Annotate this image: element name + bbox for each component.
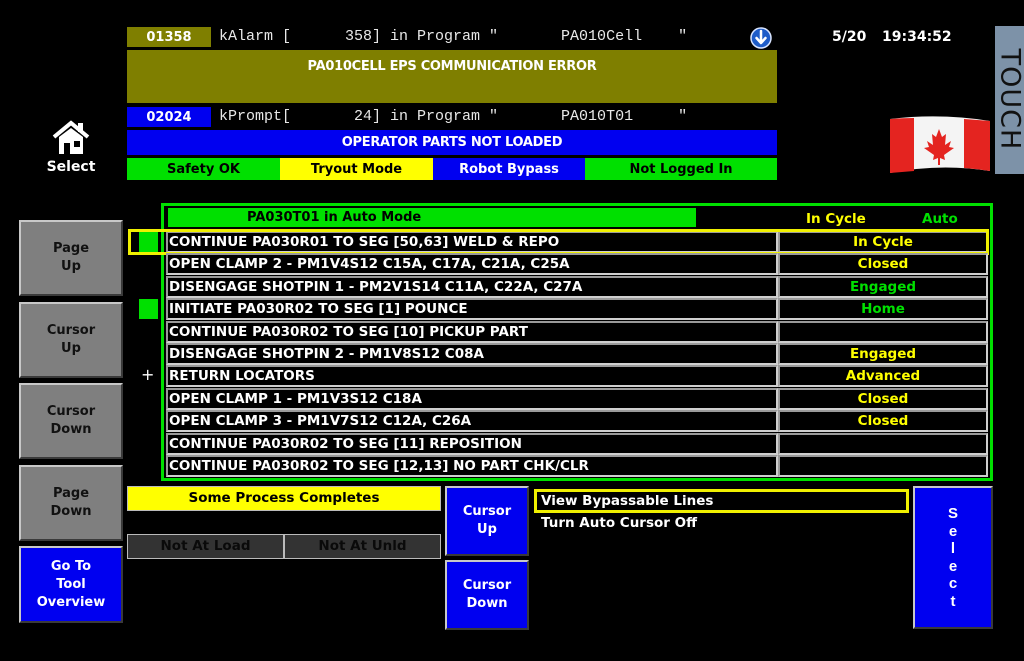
sequence-row[interactable]: OPEN CLAMP 1 - PM1V3S12 C18A Closed — [166, 388, 988, 410]
alarm-message-text: PA010CELL EPS COMMUNICATION ERROR — [307, 59, 597, 74]
home-select-label: Select — [46, 159, 96, 175]
canada-flag-icon — [888, 115, 992, 175]
prompt-message-text: OPERATOR PARTS NOT LOADED — [341, 135, 563, 150]
sequence-state: Home — [778, 298, 988, 320]
sequence-step: DISENGAGE SHOTPIN 1 - PM2V1S14 C11A, C22… — [166, 276, 778, 298]
go-to-tool-overview-button[interactable]: Go To Tool Overview — [19, 546, 123, 623]
sequence-step: OPEN CLAMP 1 - PM1V3S12 C18A — [166, 388, 778, 410]
select-button[interactable]: S e l e c t — [913, 486, 993, 629]
status-login: Not Logged In — [585, 158, 777, 180]
sequence-state: Closed — [778, 253, 988, 275]
sequence-row[interactable]: DISENGAGE SHOTPIN 2 - PM1V8S12 C08A Engag… — [166, 343, 988, 365]
alarm-line: kAlarm [ 358] in Program " PA010Cell " — [219, 28, 688, 45]
cursor-up-button[interactable]: Cursor Up — [19, 302, 123, 378]
status-safety-ok: Safety OK — [127, 158, 280, 180]
touch-label: TOUCH — [995, 48, 1024, 151]
process-complete-banner: Some Process Completes — [127, 486, 441, 511]
sequence-step: INITIATE PA030R02 TO SEG [1] POUNCE — [166, 298, 778, 320]
sequence-row[interactable]: CONTINUE PA030R02 TO SEG [11] REPOSITION — [166, 433, 988, 455]
alarm-message: PA010CELL EPS COMMUNICATION ERROR — [127, 50, 777, 103]
sequence-row[interactable]: CONTINUE PA030R01 TO SEG [50,63] WELD & … — [166, 231, 988, 253]
sequence-row[interactable]: DISENGAGE SHOTPIN 1 - PM2V1S14 C11A, C22… — [166, 276, 988, 298]
touch-tab[interactable]: TOUCH — [995, 26, 1024, 174]
plus-marker-icon: + — [141, 365, 155, 384]
home-select-button[interactable]: Select — [40, 118, 102, 178]
menu-item-turn-auto-cursor-off[interactable]: Turn Auto Cursor Off — [541, 515, 697, 531]
prompt-line: kPrompt[ 24] in Program " PA010T01 " — [219, 108, 688, 125]
sequence-row[interactable]: CONTINUE PA030R02 TO SEG [10] PICKUP PAR… — [166, 321, 988, 343]
sequence-state: Advanced — [778, 365, 988, 387]
sequence-state — [778, 455, 988, 477]
status-tryout-mode: Tryout Mode — [280, 158, 433, 180]
active-step-marker — [139, 299, 158, 319]
active-step-marker — [139, 232, 158, 252]
menu-item-view-bypassable-lines[interactable]: View Bypassable Lines — [534, 489, 909, 513]
sequence-row[interactable]: INITIATE PA030R02 TO SEG [1] POUNCE Home — [166, 298, 988, 320]
alarm-code: 01358 — [127, 27, 211, 47]
scroll-down-circle-icon[interactable] — [750, 27, 772, 49]
sequence-step: CONTINUE PA030R01 TO SEG [50,63] WELD & … — [166, 231, 778, 253]
status-robot-bypass: Robot Bypass — [433, 158, 585, 180]
sequence-row[interactable]: CONTINUE PA030R02 TO SEG [12,13] NO PART… — [166, 455, 988, 477]
not-at-unld-indicator: Not At Unld — [284, 534, 441, 559]
sequence-state: Engaged — [778, 343, 988, 365]
sequence-state — [778, 321, 988, 343]
sequence-state: In Cycle — [778, 231, 988, 253]
date-display: 5/20 — [832, 29, 867, 45]
sequence-step: OPEN CLAMP 3 - PM1V7S12 C12A, C26A — [166, 410, 778, 432]
sequence-step: CONTINUE PA030R02 TO SEG [11] REPOSITION — [166, 433, 778, 455]
home-icon — [52, 120, 90, 154]
sequence-step: DISENGAGE SHOTPIN 2 - PM1V8S12 C08A — [166, 343, 778, 365]
mode-header: Auto — [922, 211, 958, 227]
prompt-code: 02024 — [127, 107, 211, 127]
sequence-state: Engaged — [778, 276, 988, 298]
sequence-row[interactable]: RETURN LOCATORS Advanced — [166, 365, 988, 387]
sequence-row[interactable]: OPEN CLAMP 3 - PM1V7S12 C12A, C26A Closed — [166, 410, 988, 432]
status-strip: Safety OK Tryout Mode Robot Bypass Not L… — [127, 158, 777, 180]
cycle-state-header: In Cycle — [806, 211, 866, 227]
sequence-step: CONTINUE PA030R02 TO SEG [10] PICKUP PAR… — [166, 321, 778, 343]
sequence-row[interactable]: OPEN CLAMP 2 - PM1V4S12 C15A, C17A, C21A… — [166, 253, 988, 275]
sequence-state — [778, 433, 988, 455]
not-at-load-indicator: Not At Load — [127, 534, 284, 559]
sequence-step: OPEN CLAMP 2 - PM1V4S12 C15A, C17A, C21A… — [166, 253, 778, 275]
sequence-title: PA030T01 in Auto Mode — [168, 208, 696, 227]
sequence-step: CONTINUE PA030R02 TO SEG [12,13] NO PART… — [166, 455, 778, 477]
sequence-step: RETURN LOCATORS — [166, 365, 778, 387]
menu-cursor-down-button[interactable]: Cursor Down — [445, 560, 529, 630]
page-down-button[interactable]: Page Down — [19, 465, 123, 541]
menu-cursor-up-button[interactable]: Cursor Up — [445, 486, 529, 556]
cursor-down-button[interactable]: Cursor Down — [19, 383, 123, 459]
sequence-state: Closed — [778, 410, 988, 432]
sequence-state: Closed — [778, 388, 988, 410]
prompt-message: OPERATOR PARTS NOT LOADED — [127, 130, 777, 155]
time-display: 19:34:52 — [882, 29, 952, 45]
page-up-button[interactable]: Page Up — [19, 220, 123, 296]
